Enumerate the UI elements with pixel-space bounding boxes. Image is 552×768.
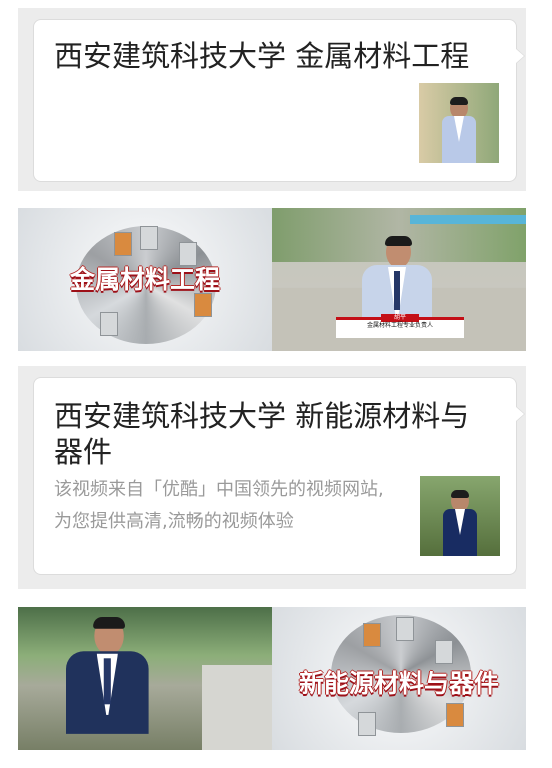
teacher-photo-panel: 胡平 金属材料工程专业负责人 [272,208,526,351]
feed-item-energy[interactable]: 西安建筑科技大学 新能源材料与器件 该视频来自「优酷」中国领先的视频网站,为您提… [18,366,526,589]
teacher-image [443,490,477,556]
banner-title: 金属材料工程 [69,265,220,294]
teacher-thumbnail[interactable] [419,83,499,163]
teacher-thumbnail[interactable] [420,476,500,556]
teacher-image [66,617,149,734]
energy-graphic-panel: 新能源材料与器件 [272,607,526,750]
speaker-role: 金属材料工程专业负责人 [366,322,433,329]
article-card-metal[interactable]: 西安建筑科技大学 金属材料工程 [33,19,525,182]
video-banner-energy[interactable]: 新能源材料与器件 [18,607,526,750]
article-title[interactable]: 西安建筑科技大学 金属材料工程 [54,38,492,74]
article-title[interactable]: 西安建筑科技大学 新能源材料与器件 [54,398,492,470]
article-description: 该视频来自「优酷」中国领先的视频网站,为您提供高清,流畅的视频体验 [54,479,384,532]
metal-graphic-panel: 金属材料工程 [18,208,272,351]
article-card-energy[interactable]: 西安建筑科技大学 新能源材料与器件 该视频来自「优酷」中国领先的视频网站,为您提… [33,377,525,575]
speaker-caption: 胡平 金属材料工程专业负责人 [336,314,464,338]
banner-title: 新能源材料与器件 [298,669,499,698]
feed-item-metal[interactable]: 西安建筑科技大学 金属材料工程 [18,8,526,191]
speaker-name: 胡平 [381,314,419,322]
teacher-image [442,97,476,163]
teacher-photo-panel [18,607,272,750]
video-banner-metal[interactable]: 金属材料工程 胡平 金属材料工程专业负责人 [18,208,526,351]
